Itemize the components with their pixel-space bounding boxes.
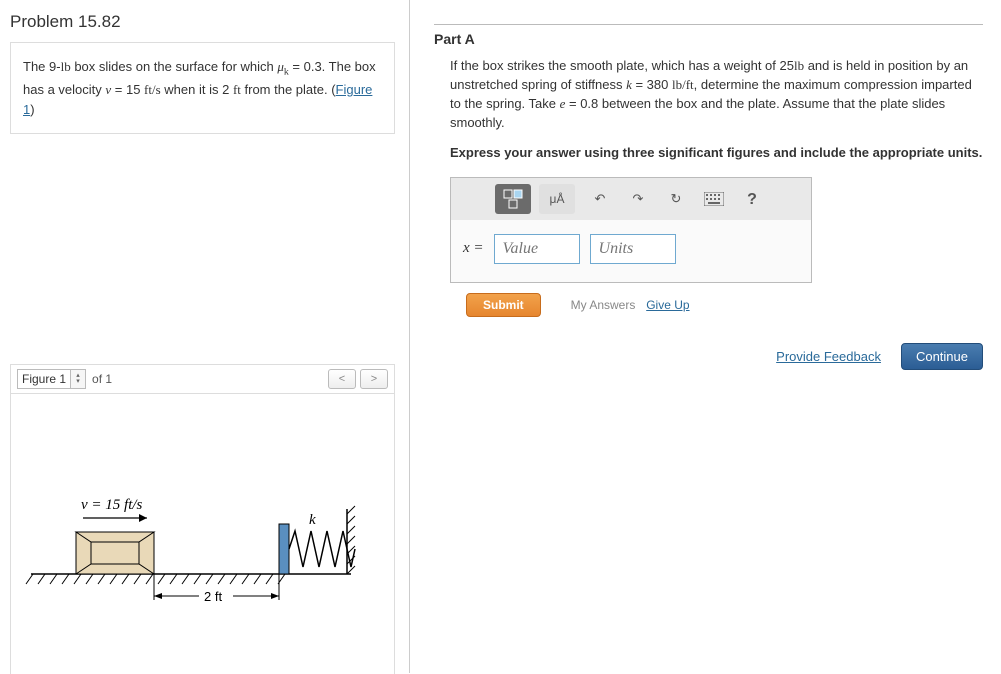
answer-toolbar: μÅ ↶ ↷ ↻ ? (451, 178, 811, 220)
figure-next-button[interactable]: > (360, 369, 388, 389)
problem-statement: The 9-lb box slides on the surface for w… (10, 42, 395, 134)
figure-panel: Figure 1 ▴▾ of 1 < > (10, 364, 395, 674)
k-label: k (309, 512, 316, 528)
velocity-label: v = 15 ft/s (81, 497, 143, 513)
symbols-icon[interactable]: μÅ (539, 184, 575, 214)
part-a-instruction: Express your answer using three signific… (450, 144, 983, 163)
problem-title: Problem 15.82 (10, 10, 395, 42)
undo-icon[interactable]: ↶ (585, 186, 615, 212)
units-input[interactable] (590, 234, 676, 264)
figure-stepper[interactable]: ▴▾ (70, 369, 86, 389)
part-a-heading: Part A (434, 31, 983, 47)
figure-select[interactable]: Figure 1 (17, 369, 71, 389)
help-icon[interactable]: ? (737, 186, 767, 212)
redo-icon[interactable]: ↷ (623, 186, 653, 212)
submit-button[interactable]: Submit (466, 293, 541, 317)
distance-label: 2 ft (204, 589, 222, 604)
reset-icon[interactable]: ↻ (661, 186, 691, 212)
keyboard-icon[interactable] (699, 186, 729, 212)
continue-button[interactable]: Continue (901, 343, 983, 370)
answer-panel: μÅ ↶ ↷ ↻ ? x = (450, 177, 812, 283)
answer-variable: x = (463, 238, 484, 260)
template-fraction-icon[interactable] (495, 184, 531, 214)
figure-prev-button[interactable]: < (328, 369, 356, 389)
my-answers-label: My Answers (571, 298, 636, 312)
part-a-statement: If the box strikes the smooth plate, whi… (450, 57, 983, 132)
figure-of-label: of 1 (92, 372, 112, 386)
value-input[interactable] (494, 234, 580, 264)
give-up-link[interactable]: Give Up (646, 298, 689, 312)
provide-feedback-link[interactable]: Provide Feedback (776, 349, 881, 364)
figure-image: v = 15 ft/s k (11, 394, 394, 674)
